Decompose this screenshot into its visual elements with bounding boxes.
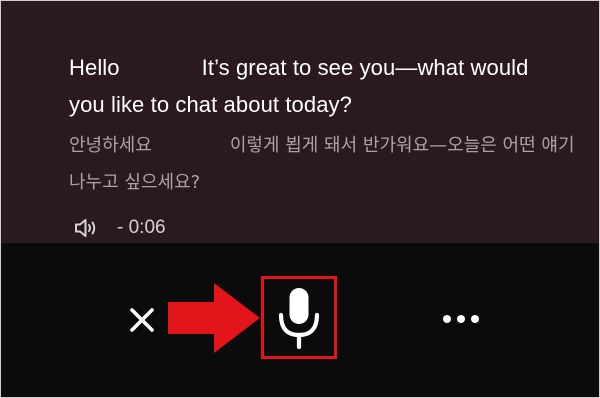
close-icon[interactable] bbox=[125, 303, 159, 337]
korean-greeting: 안녕하세요 bbox=[69, 135, 152, 156]
speaker-icon[interactable] bbox=[73, 216, 99, 240]
audio-duration: - 0:06 bbox=[117, 217, 166, 238]
audio-playback-row[interactable]: - 0:06 bbox=[73, 215, 166, 241]
more-options-icon[interactable] bbox=[441, 311, 481, 327]
microphone-icon[interactable] bbox=[273, 285, 325, 351]
voice-controls-bar bbox=[1, 243, 599, 397]
microphone-button[interactable] bbox=[261, 276, 337, 359]
english-greeting: Hello bbox=[69, 55, 120, 80]
arrow-right-icon bbox=[168, 283, 260, 353]
more-options-button[interactable] bbox=[441, 311, 481, 327]
assistant-message: Hello It’s great to see you—what would yo… bbox=[1, 1, 599, 243]
english-message-body: It’s great to see you—what would you lik… bbox=[69, 55, 529, 117]
close-button[interactable] bbox=[125, 303, 159, 337]
korean-translation: 안녕하세요 이렇게 뵙게 돼서 반가워요—오늘은 어떤 얘기 나누고 싶으세요? bbox=[69, 127, 589, 201]
english-message: Hello It’s great to see you—what would yo… bbox=[69, 49, 539, 123]
voice-chat-screen: Hello It’s great to see you—what would yo… bbox=[0, 0, 600, 398]
